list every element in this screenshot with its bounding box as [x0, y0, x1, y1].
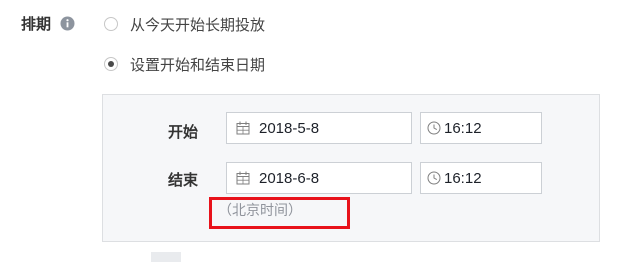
partial-control — [151, 252, 181, 262]
radio-option-long-term[interactable]: 从今天开始长期投放 — [104, 12, 265, 36]
start-time-value: 16:12 — [444, 119, 482, 137]
end-date-input[interactable]: 2018-6-8 — [226, 162, 412, 194]
radio-label-long-term[interactable]: 从今天开始长期投放 — [130, 14, 265, 35]
radio-button-start-end-dates[interactable] — [104, 57, 118, 71]
radio-label-start-end-dates[interactable]: 设置开始和结束日期 — [130, 54, 265, 75]
end-label: 结束 — [168, 171, 199, 189]
clock-icon — [427, 171, 441, 185]
start-time-input[interactable]: 16:12 — [420, 112, 542, 144]
end-time-input[interactable]: 16:12 — [420, 162, 542, 194]
info-icon[interactable] — [60, 16, 75, 31]
start-date-value: 2018-5-8 — [259, 119, 320, 137]
calendar-icon — [236, 171, 250, 185]
clock-icon — [427, 121, 441, 135]
schedule-label: 排期 — [21, 15, 52, 33]
end-time-value: 16:12 — [444, 169, 482, 187]
start-date-input[interactable]: 2018-5-8 — [226, 112, 412, 144]
start-label: 开始 — [168, 123, 199, 141]
highlight-annotation-box — [209, 197, 350, 229]
calendar-icon — [236, 121, 250, 135]
radio-button-long-term[interactable] — [104, 17, 118, 31]
end-date-value: 2018-6-8 — [259, 169, 320, 187]
radio-option-start-end-dates[interactable]: 设置开始和结束日期 — [104, 52, 265, 76]
